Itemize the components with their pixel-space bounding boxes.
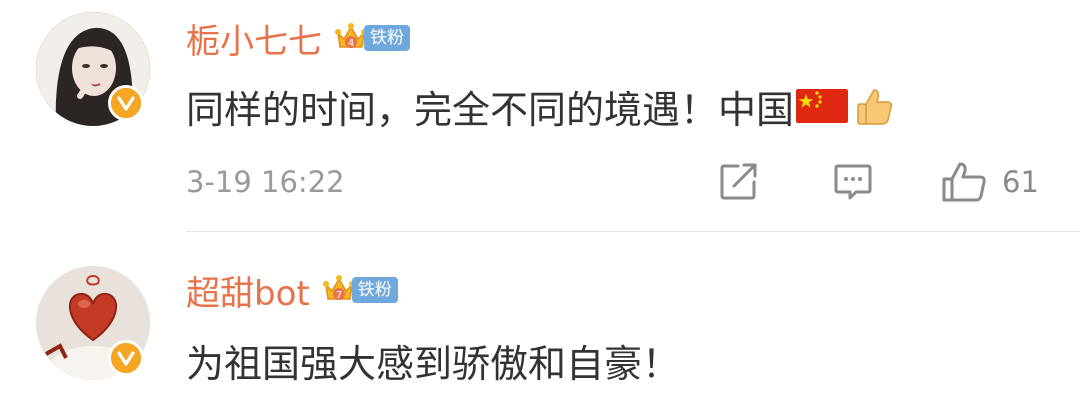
comment-header: 超甜bot 7 铁粉 xyxy=(186,266,398,314)
comment-text: 为祖国强大感到骄傲和自豪！ xyxy=(186,332,680,388)
share-button[interactable] xyxy=(718,162,760,202)
comment-body: 为祖国强大感到骄傲和自豪！ xyxy=(186,341,681,386)
comment-item: 超甜bot 7 铁粉 为祖国强大感到骄傲和自豪！ xyxy=(0,232,1080,409)
comment-body: 同样的时间，完全不同的境遇！中国 xyxy=(186,87,795,132)
verified-badge-icon xyxy=(108,340,144,376)
thumbs-up-icon xyxy=(942,162,986,202)
fan-badge-label: 铁粉 xyxy=(364,25,410,51)
china-flag-icon xyxy=(796,89,849,123)
comment-meta: 3-19 16:22 61 xyxy=(186,160,1080,204)
comment-icon xyxy=(834,164,872,200)
share-icon xyxy=(720,163,757,200)
reply-button[interactable] xyxy=(832,162,874,202)
fan-badge[interactable]: 4 铁粉 xyxy=(334,22,410,54)
badge-level: 4 xyxy=(348,38,354,49)
fan-badge[interactable]: 7 铁粉 xyxy=(322,274,398,306)
badge-level: 7 xyxy=(336,290,342,301)
verified-badge-icon xyxy=(108,85,144,121)
username[interactable]: 超甜bot xyxy=(186,266,310,315)
like-button[interactable]: 61 xyxy=(940,162,1039,202)
username[interactable]: 栀小七七 xyxy=(186,14,322,63)
thumbs-up-emoji-icon xyxy=(850,86,894,126)
fan-badge-label: 铁粉 xyxy=(351,277,398,303)
timestamp: 3-19 16:22 xyxy=(186,165,345,199)
comment-header: 栀小七七 4 铁粉 xyxy=(186,14,410,62)
comment-text: 同样的时间，完全不同的境遇！中国 xyxy=(186,78,894,134)
crown-icon: 4 xyxy=(335,23,367,49)
like-count: 61 xyxy=(1002,165,1039,199)
comment-item: 栀小七七 4 铁粉 同样的时间，完全不同的境遇！中国 3-19 16:22 61 xyxy=(0,0,1080,232)
crown-icon: 7 xyxy=(322,275,355,301)
